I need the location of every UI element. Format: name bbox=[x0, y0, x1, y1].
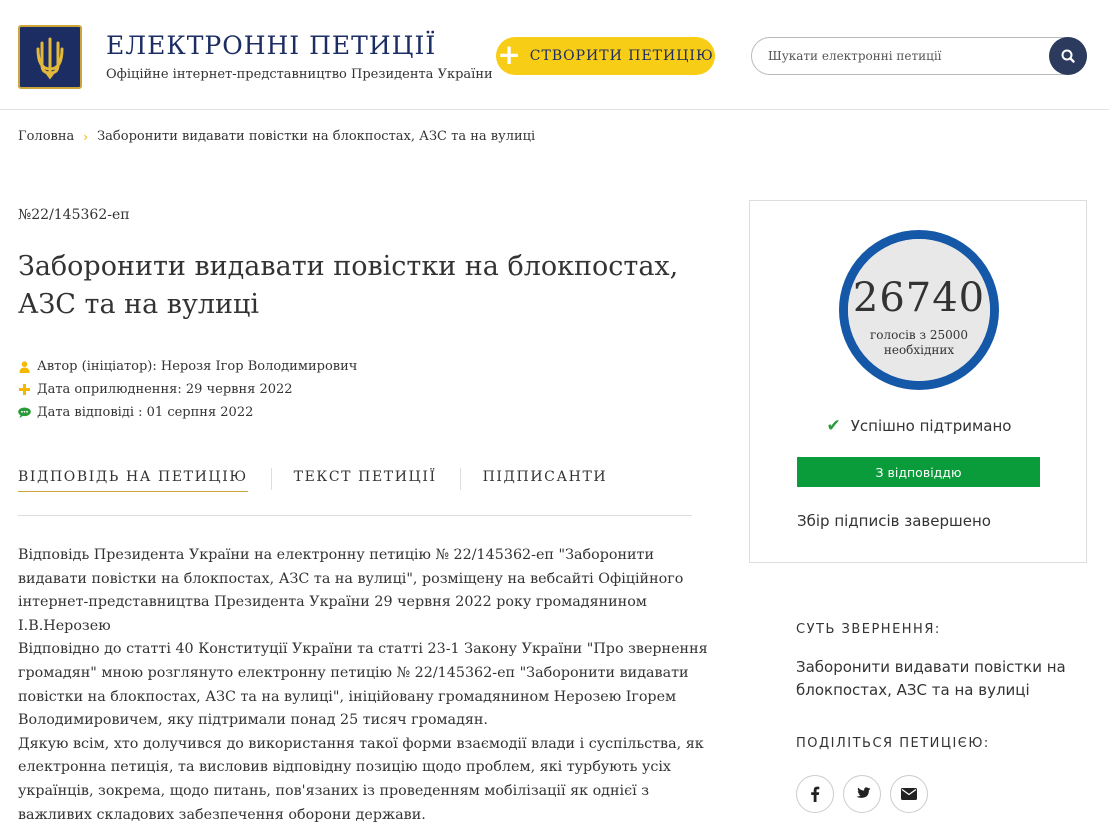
answer-text: Відповідь Президента України на електрон… bbox=[18, 544, 708, 827]
meta-answer-date-text: Дата відповіді : 01 серпня 2022 bbox=[37, 405, 254, 420]
site-header: ЕЛЕКТРОННІ ПЕТИЦІЇ Офіційне інтернет-пре… bbox=[0, 0, 1109, 110]
tab-answer[interactable]: ВІДПОВІДЬ НА ПЕТИЦІЮ bbox=[18, 466, 248, 492]
create-petition-button[interactable]: + СТВОРИТИ ПЕТИЦІЮ bbox=[496, 37, 715, 75]
meta-published: Дата оприлюднення: 29 червня 2022 bbox=[18, 378, 357, 401]
share-buttons bbox=[796, 775, 928, 813]
status-badge: ✔ Успішно підтримано bbox=[750, 416, 1088, 436]
share-heading: ПОДІЛІТЬСЯ ПЕТИЦІЄЮ: bbox=[796, 736, 990, 751]
plus-small-icon bbox=[18, 384, 31, 395]
petition-number: №22/145362-еп bbox=[18, 207, 130, 223]
answer-paragraph: Відповідно до статті 40 Конституції Укра… bbox=[18, 641, 708, 729]
vote-count-subtitle: голосів з 25000 необхідних bbox=[869, 328, 969, 357]
essence-heading: СУТЬ ЗВЕРНЕННЯ: bbox=[796, 622, 941, 637]
answered-button[interactable]: З відповіддю bbox=[797, 457, 1040, 487]
chevron-right-icon: › bbox=[83, 129, 89, 144]
email-share-button[interactable] bbox=[890, 775, 928, 813]
site-title[interactable]: ЕЛЕКТРОННІ ПЕТИЦІЇ bbox=[106, 31, 436, 60]
answer-paragraph: Дякую всім, хто долучився до використанн… bbox=[18, 735, 704, 823]
petition-meta: Автор (ініціатор): Нерозя Ігор Володимир… bbox=[18, 355, 357, 424]
meta-author: Автор (ініціатор): Нерозя Ігор Володимир… bbox=[18, 355, 357, 378]
twitter-icon bbox=[855, 787, 870, 798]
petition-tabs: ВІДПОВІДЬ НА ПЕТИЦІЮ ТЕКСТ ПЕТИЦІЇ ПІДПИ… bbox=[18, 466, 692, 516]
vote-count: 26740 bbox=[852, 275, 986, 321]
site-subtitle: Офіційне інтернет-представництво Президе… bbox=[106, 67, 493, 82]
petition-status-panel: 26740 голосів з 25000 необхідних ✔ Успіш… bbox=[749, 200, 1087, 563]
facebook-icon bbox=[811, 786, 820, 802]
facebook-share-button[interactable] bbox=[796, 775, 834, 813]
create-petition-label: СТВОРИТИ ПЕТИЦІЮ bbox=[529, 48, 714, 64]
breadcrumb: Головна › Заборонити видавати повістки н… bbox=[18, 129, 535, 144]
collection-status: Збір підписів завершено bbox=[797, 512, 991, 530]
petition-title: Заборонити видавати повістки на блокпост… bbox=[18, 251, 679, 320]
meta-published-text: Дата оприлюднення: 29 червня 2022 bbox=[37, 382, 293, 397]
tab-signers[interactable]: ПІДПИСАНТИ bbox=[483, 466, 608, 491]
email-icon bbox=[901, 788, 917, 800]
search-icon bbox=[1061, 49, 1075, 63]
status-text: Успішно підтримано bbox=[850, 417, 1012, 435]
user-icon bbox=[18, 360, 31, 373]
plus-icon: + bbox=[497, 37, 522, 71]
search-button[interactable] bbox=[1049, 37, 1087, 75]
check-icon: ✔ bbox=[826, 416, 841, 436]
twitter-share-button[interactable] bbox=[843, 775, 881, 813]
tab-divider bbox=[459, 468, 461, 490]
tab-divider bbox=[270, 468, 272, 490]
breadcrumb-home-link[interactable]: Головна bbox=[18, 129, 74, 144]
breadcrumb-current: Заборонити видавати повістки на блокпост… bbox=[97, 129, 536, 144]
trident-logo-icon[interactable] bbox=[18, 25, 82, 89]
meta-author-text: Автор (ініціатор): Нерозя Ігор Володимир… bbox=[37, 359, 358, 374]
tab-petition-text[interactable]: ТЕКСТ ПЕТИЦІЇ bbox=[294, 466, 437, 491]
essence-text: Заборонити видавати повістки на блокпост… bbox=[796, 658, 1066, 699]
vote-counter: 26740 голосів з 25000 необхідних bbox=[839, 230, 999, 390]
comment-icon bbox=[18, 407, 31, 418]
search-input[interactable] bbox=[766, 46, 1036, 66]
answer-paragraph: Відповідь Президента України на електрон… bbox=[18, 547, 684, 634]
meta-answer-date: Дата відповіді : 01 серпня 2022 bbox=[18, 401, 357, 424]
search-box bbox=[751, 37, 1087, 75]
